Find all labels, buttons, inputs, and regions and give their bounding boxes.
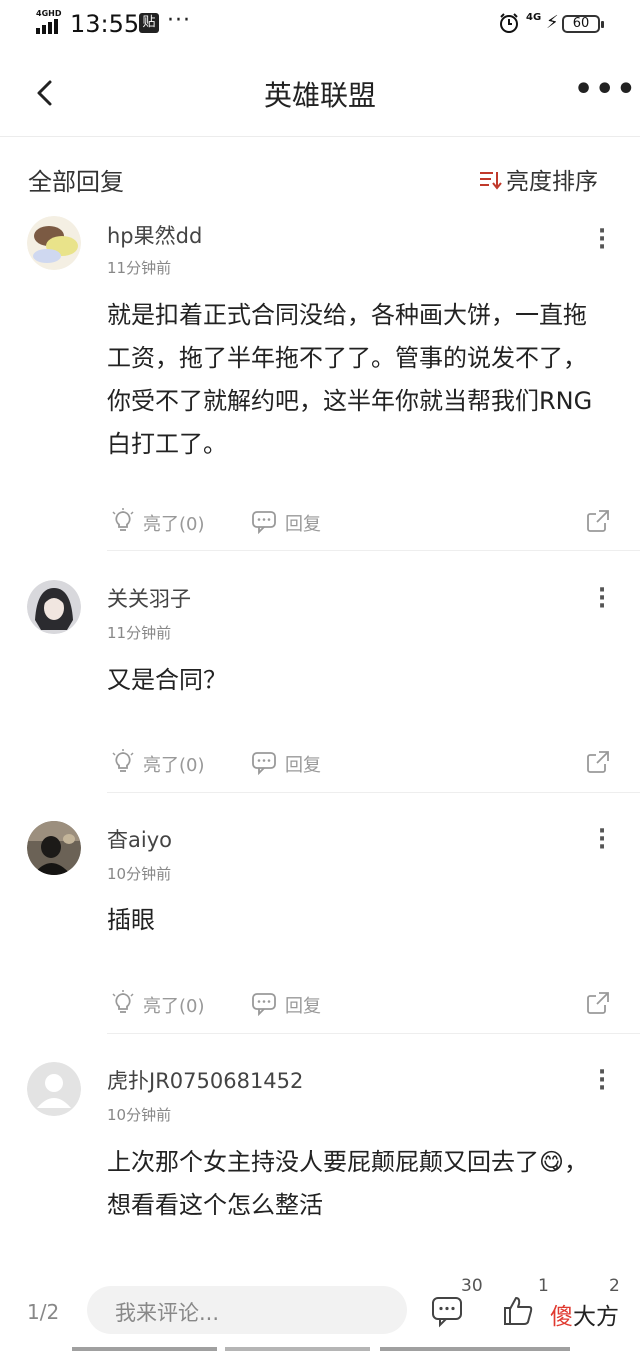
- comment-content: 上次那个女主持没人要屁颠屁颠又回去了😋，想看看这个怎么整活: [107, 1141, 597, 1227]
- nav-bar: 英雄联盟 •••: [0, 50, 640, 137]
- comment-menu-icon[interactable]: · · ·: [596, 221, 608, 259]
- comment-item: 关关羽子 11分钟前 · · · 又是合同？ 亮了(0) 回复: [0, 552, 640, 793]
- comment-item: 杳aiyo 10分钟前 · · · 插眼 亮了(0) 回复: [0, 793, 640, 1034]
- comment-item: 虎扑JR0750681452 10分钟前 · · · 上次那个女主持没人要屁颠屁颠又…: [0, 1034, 640, 1264]
- timestamp: 11分钟前: [107, 624, 172, 642]
- comment-item: hp果然dd 11分钟前 · · · 就是扣着正式合同没给，各种画大饼，一直拖工资，…: [0, 212, 640, 552]
- lightbulb-icon[interactable]: [110, 990, 136, 1016]
- reply-icon[interactable]: [251, 508, 277, 534]
- more-icon[interactable]: •••: [574, 72, 638, 107]
- reply-button[interactable]: 回复: [285, 992, 321, 1018]
- like-button[interactable]: 亮了(0): [143, 510, 205, 536]
- page-title: 英雄联盟: [263, 79, 376, 112]
- sort-icon[interactable]: [478, 168, 502, 192]
- comment-input[interactable]: 我来评论...: [87, 1286, 407, 1334]
- lightbulb-icon[interactable]: [110, 749, 136, 775]
- bottom-strip: [0, 1344, 640, 1351]
- battery-tip: [601, 21, 604, 28]
- reply-button[interactable]: 回复: [285, 751, 321, 777]
- emoji-icon: 😋: [539, 1148, 565, 1176]
- timestamp: 10分钟前: [107, 865, 172, 883]
- share-icon[interactable]: [585, 990, 611, 1016]
- avatar[interactable]: [27, 1062, 81, 1116]
- timestamp: 10分钟前: [107, 1106, 172, 1124]
- comments-icon[interactable]: [430, 1294, 464, 1328]
- status-time: 13:55: [70, 10, 140, 38]
- status-bar: 4GHD 13:55 贴 ··· 4G ⚡ 60: [0, 0, 640, 50]
- like-count: 1: [538, 1276, 549, 1296]
- bottom-bar: 1/2 我来评论... 30 1 2 傻大方: [0, 1264, 640, 1351]
- signal-icon: [36, 19, 58, 34]
- username[interactable]: 关关羽子: [107, 583, 191, 613]
- divider: [107, 550, 640, 551]
- more-notifications-icon: ···: [167, 8, 191, 33]
- battery-icon: 60: [562, 15, 600, 33]
- thumbs-up-icon[interactable]: [501, 1294, 535, 1328]
- timestamp: 11分钟前: [107, 259, 172, 277]
- watermark-red-text: 傻: [550, 1304, 573, 1330]
- comment-placeholder: 我来评论...: [115, 1301, 220, 1325]
- lightbulb-icon[interactable]: [110, 508, 136, 534]
- watermark-text: 大方: [573, 1304, 619, 1330]
- all-replies-title: 全部回复: [28, 168, 124, 196]
- avatar[interactable]: [27, 216, 81, 270]
- charging-icon: ⚡: [546, 12, 559, 33]
- avatar[interactable]: [27, 580, 81, 634]
- username[interactable]: 杳aiyo: [107, 824, 172, 854]
- tieba-icon: 贴: [139, 13, 159, 33]
- comment-menu-icon[interactable]: · · ·: [596, 1062, 608, 1100]
- comment-count: 30: [461, 1276, 483, 1296]
- reply-icon[interactable]: [251, 749, 277, 775]
- comment-content: 就是扣着正式合同没给，各种画大饼，一直拖工资，拖了半年拖不了了。管事的说发不了，…: [107, 301, 593, 458]
- comment-content: 又是合同？: [107, 666, 227, 694]
- share-icon[interactable]: [585, 749, 611, 775]
- reply-icon[interactable]: [251, 990, 277, 1016]
- sort-by-brightness-button[interactable]: 亮度排序: [506, 162, 598, 196]
- comment-menu-icon[interactable]: · · ·: [596, 580, 608, 618]
- reply-button[interactable]: 回复: [285, 510, 321, 536]
- like-button[interactable]: 亮了(0): [143, 751, 205, 777]
- comment-menu-icon[interactable]: · · ·: [596, 821, 608, 859]
- alarm-icon: [500, 13, 518, 33]
- page-indicator[interactable]: 1/2: [27, 1300, 59, 1324]
- username[interactable]: hp果然dd: [107, 220, 202, 250]
- comment-text: 上次那个女主持没人要屁颠屁颠又回去了: [107, 1148, 539, 1176]
- watermark: 傻大方: [550, 1297, 619, 1331]
- like-button[interactable]: 亮了(0): [143, 992, 205, 1018]
- username[interactable]: 虎扑JR0750681452: [107, 1065, 303, 1095]
- comment-content: 插眼: [107, 906, 155, 934]
- avatar[interactable]: [27, 821, 81, 875]
- share-icon[interactable]: [585, 508, 611, 534]
- data-icon: 4G: [526, 12, 542, 23]
- share-count: 2: [609, 1276, 620, 1296]
